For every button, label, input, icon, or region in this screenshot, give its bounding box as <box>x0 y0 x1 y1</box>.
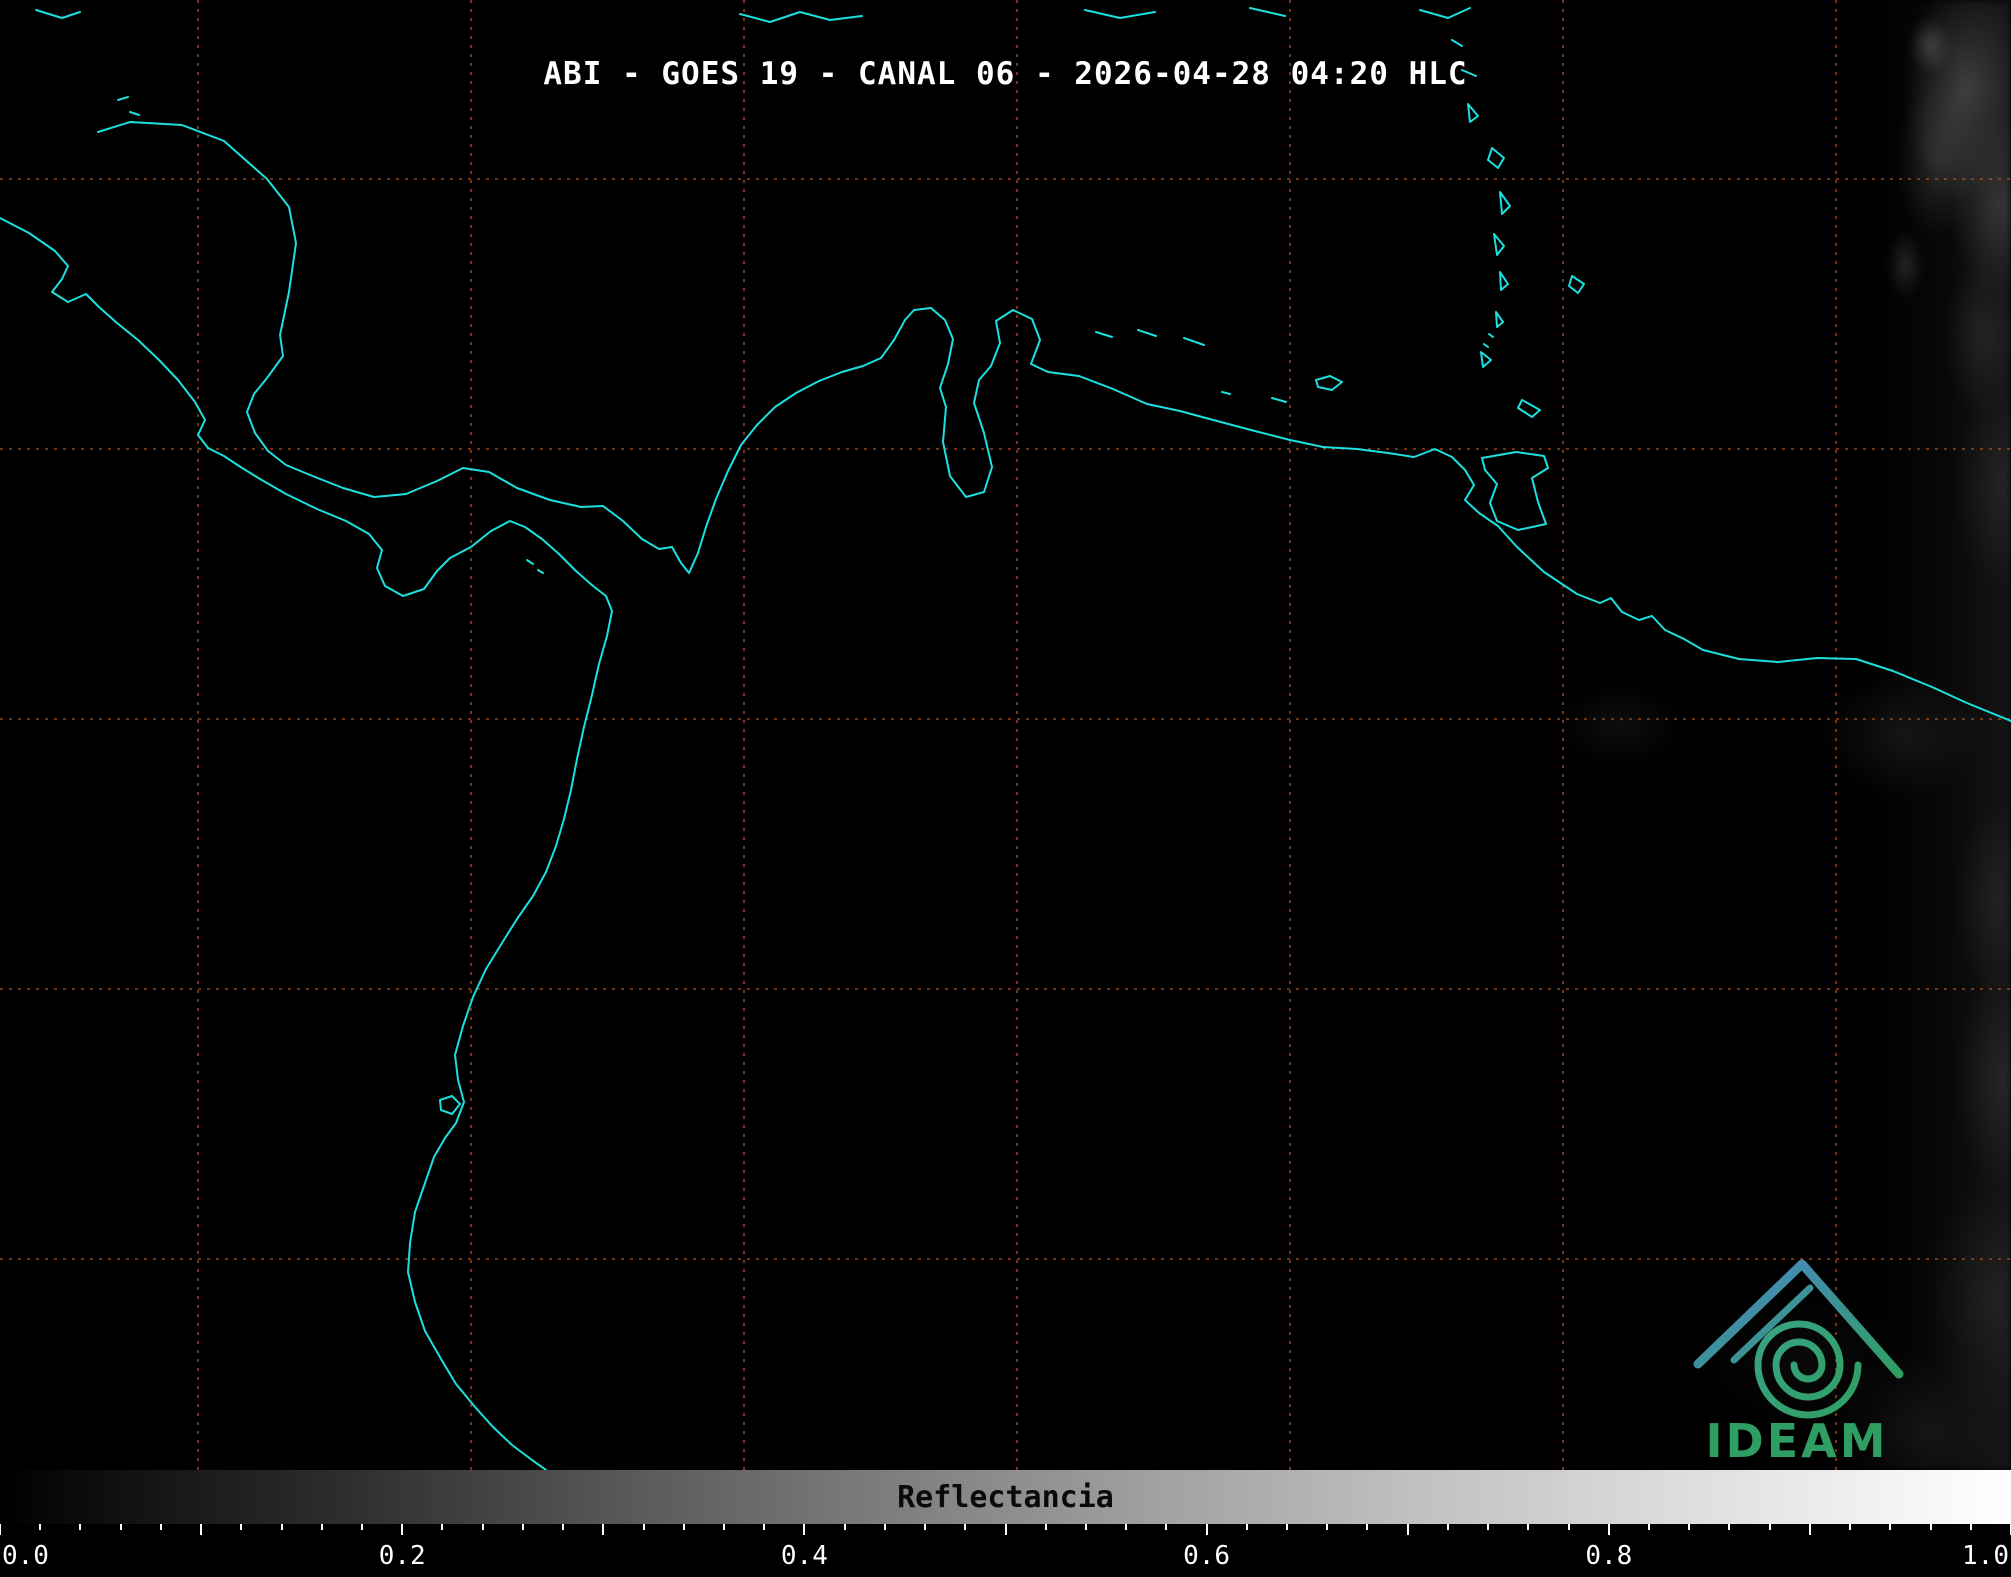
tick-label: 0.6 <box>1183 1541 1231 1571</box>
coastline <box>1183 337 1205 346</box>
tick-label-row: 0.0 0.2 0.4 0.6 0.8 1.0 <box>0 1524 2011 1577</box>
coastline <box>1249 7 1286 17</box>
coastline <box>1488 333 1494 338</box>
coastline <box>1495 311 1504 328</box>
coastline <box>1137 329 1157 337</box>
coastline <box>0 217 613 1470</box>
coastline <box>1419 7 1471 19</box>
coastline <box>1499 191 1511 215</box>
tick-label: 0.4 <box>780 1541 828 1571</box>
logo-swirl-icon <box>1754 1320 1862 1419</box>
coastline <box>526 559 534 565</box>
tick-label: 0.8 <box>1585 1541 1633 1571</box>
coastline <box>1493 233 1505 256</box>
coastline <box>1467 103 1479 123</box>
coastline <box>97 121 2011 722</box>
logo-mountain <box>1693 1259 1904 1379</box>
image-title: ABI - GOES 19 - CANAL 06 - 2026-04-28 04… <box>543 56 1468 92</box>
coastline <box>1499 271 1509 291</box>
coastline <box>1480 351 1492 368</box>
satellite-map: ABI - GOES 19 - CANAL 06 - 2026-04-28 04… <box>0 0 2011 1470</box>
coastline <box>1315 375 1343 391</box>
colorbar: Reflectancia <box>0 1470 2011 1524</box>
coastline <box>739 11 863 23</box>
coastline <box>1568 275 1585 294</box>
latlon-grid <box>0 0 2011 1470</box>
coastline <box>1483 343 1489 348</box>
coastline <box>1221 391 1231 395</box>
coastline <box>1487 147 1505 169</box>
colorbar-label: Reflectancia <box>897 1480 1114 1515</box>
coastline <box>1095 331 1113 338</box>
map-overlay-svg <box>0 0 2011 1470</box>
ideam-logo: IDEAM <box>1693 1259 1904 1466</box>
coastlines <box>0 7 2011 1470</box>
coastline <box>1271 397 1287 403</box>
coastline <box>117 96 129 101</box>
colorbar-axis: 0.0 0.2 0.4 0.6 0.8 1.0 <box>0 1524 2011 1577</box>
coastline <box>1517 399 1541 418</box>
tick-label: 0.0 <box>2 1541 49 1571</box>
logo-text: IDEAM <box>1705 1414 1888 1466</box>
coastline <box>537 569 544 574</box>
tick-label: 1.0 <box>1962 1541 2009 1571</box>
coastline <box>129 111 140 116</box>
satellite-image-viewer: ABI - GOES 19 - CANAL 06 - 2026-04-28 04… <box>0 0 2011 1577</box>
tick-label: 0.2 <box>378 1541 426 1571</box>
coastline <box>35 9 81 19</box>
coastline <box>1084 9 1156 19</box>
coastline <box>439 1095 461 1115</box>
coastline <box>1451 39 1463 47</box>
coastline <box>1481 451 1549 531</box>
